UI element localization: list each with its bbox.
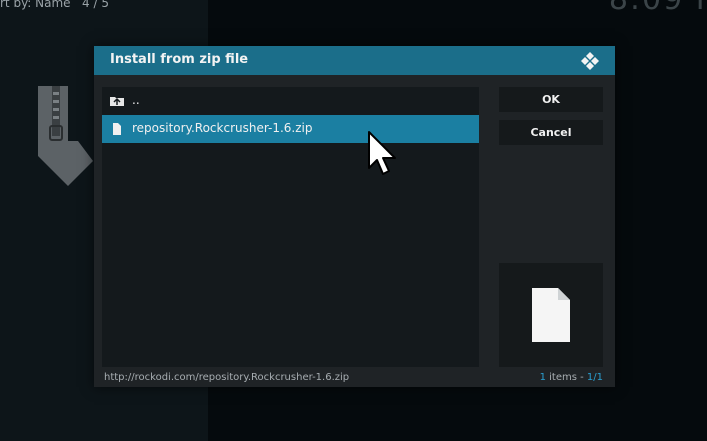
- file-icon: [113, 123, 121, 135]
- cancel-button[interactable]: Cancel: [499, 120, 603, 145]
- dialog-title: Install from zip file: [110, 52, 249, 67]
- mouse-cursor-icon: [368, 131, 396, 175]
- file-preview-icon: [532, 288, 570, 342]
- list-item-zip-file[interactable]: repository.Rockcrusher-1.6.zip: [102, 115, 479, 143]
- sort-status: rt by: Name 4 / 5: [0, 0, 109, 10]
- list-item-label: ..: [132, 93, 140, 107]
- page-count: 4 / 5: [82, 0, 109, 10]
- item-count-number: 1: [539, 372, 546, 383]
- dialog-header: Install from zip file: [94, 46, 615, 75]
- sort-label: rt by: Name: [0, 0, 71, 10]
- clock: 8:09 F: [609, 0, 707, 17]
- item-count: 1 items - 1/1: [540, 372, 603, 383]
- list-item-label: repository.Rockcrusher-1.6.zip: [132, 121, 313, 135]
- install-from-zip-dialog: Install from zip file .. repository.Rock…: [94, 46, 615, 387]
- list-item-parent-folder[interactable]: ..: [102, 87, 479, 115]
- selected-file-path: http://rockodi.com/repository.Rockcrushe…: [104, 372, 350, 383]
- folder-up-icon: [110, 97, 124, 106]
- kodi-logo-icon: [581, 52, 599, 70]
- page-indicator: 1/1: [586, 372, 603, 383]
- item-count-label: items -: [549, 372, 584, 383]
- ok-button[interactable]: OK: [499, 87, 603, 112]
- file-list[interactable]: .. repository.Rockcrusher-1.6.zip: [102, 87, 479, 367]
- file-thumbnail: [499, 263, 603, 367]
